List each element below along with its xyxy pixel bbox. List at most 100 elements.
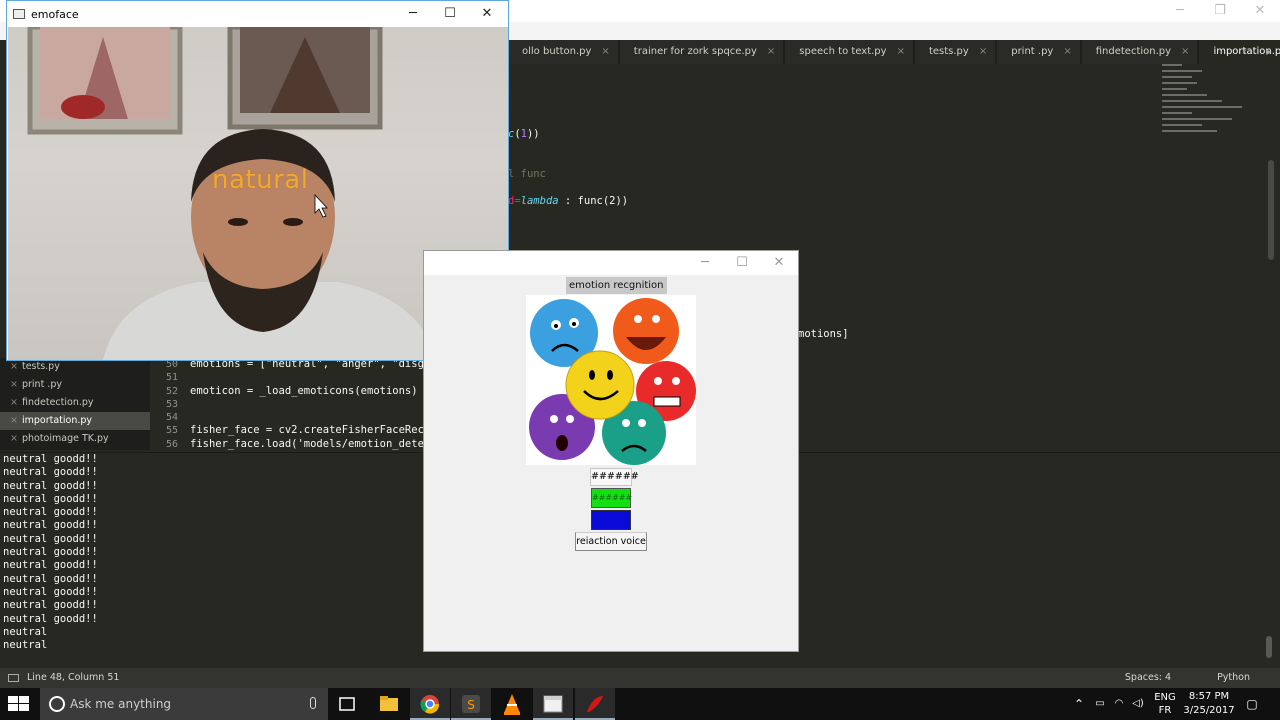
reaction-voice-button[interactable]: reiaction voice — [575, 532, 647, 551]
editor-tab[interactable]: speech to text.py × — [785, 40, 913, 64]
line-number: 56 — [165, 438, 178, 450]
syntax-selector[interactable]: Python — [1217, 668, 1250, 688]
tk-maximize-button[interactable]: ☐ — [723, 251, 761, 275]
tab-scroll-left-button[interactable]: ‹ — [1238, 40, 1252, 64]
hash-button[interactable]: ###### — [590, 468, 639, 486]
editor-scrollbar[interactable] — [1268, 160, 1274, 260]
status-bar: Line 48, Column 51 Spaces: 4 Python — [0, 668, 1280, 688]
happy-yellow-emoji — [565, 350, 635, 420]
editor-close-button[interactable]: ✕ — [1240, 0, 1280, 22]
line-number: 55 — [165, 425, 178, 437]
open-files-sidebar: × tests.py × print .py × findetection.py × impo… — [0, 358, 150, 450]
editor-minimize-button[interactable]: ─ — [1160, 0, 1200, 22]
code-fragment: c(1)) — [508, 128, 540, 140]
sublime-text-icon[interactable]: S — [451, 688, 491, 720]
cursor-position: Line 48, Column 51 — [27, 672, 120, 683]
emoface-close-button[interactable]: ✕ — [468, 1, 506, 27]
code-line: fisher_face = cv2.createFisherFaceRecog — [190, 424, 430, 437]
tab-close-icon[interactable]: × — [979, 40, 987, 64]
minimap[interactable] — [1162, 64, 1262, 174]
chrome-icon[interactable] — [410, 688, 450, 720]
file-close-icon[interactable]: × — [10, 376, 18, 394]
tab-close-icon[interactable]: × — [601, 40, 609, 64]
tk-title-bar[interactable]: ─ ☐ ✕ — [424, 251, 798, 275]
clock-date: 3/25/2017 — [1183, 705, 1235, 716]
blue-button[interactable] — [591, 510, 631, 530]
line-number: 53 — [165, 398, 178, 410]
clock[interactable]: 8:57 PM 3/25/2017 — [1183, 688, 1235, 720]
wifi-icon[interactable]: ◠ — [1111, 688, 1127, 720]
sidebar-open-file[interactable]: × importation.py — [0, 412, 150, 430]
language-bottom: FR — [1158, 705, 1172, 716]
file-close-icon[interactable]: × — [10, 412, 18, 430]
emotion-recognition-window: ─ ☐ ✕ emotion recgnition ###### ###### r… — [423, 250, 799, 652]
sidebar-file-label: print .py — [21, 379, 62, 390]
code-comment: l func — [508, 168, 546, 180]
emoface-title: emoface — [31, 7, 79, 21]
code-area[interactable]: emotions = ["neutral", "anger", "disgus e… — [190, 358, 430, 450]
sidebar-file-label: photoimage TK.py — [21, 433, 109, 444]
feather-app-icon[interactable] — [575, 688, 615, 720]
task-view-button[interactable] — [327, 688, 367, 720]
tab-label: speech to text.py — [799, 46, 887, 57]
emotion-recognition-label: emotion recgnition — [566, 277, 667, 294]
vlc-icon[interactable] — [492, 688, 532, 720]
emoface-minimize-button[interactable]: ─ — [394, 1, 432, 27]
tab-label: tests.py — [928, 46, 969, 57]
indentation-setting[interactable]: Spaces: 4 — [1125, 668, 1171, 688]
editor-tab[interactable]: findetection.py × — [1081, 40, 1198, 64]
editor-tab-bar: ollo button.py × trainer for zork spqce.py… — [508, 40, 1280, 64]
tab-label: print .py — [1011, 46, 1054, 57]
tab-label: ollo button.py — [522, 46, 592, 57]
tab-close-icon[interactable]: × — [1181, 40, 1189, 64]
editor-tab[interactable]: trainer for zork spqce.py × — [619, 40, 784, 64]
editor-restore-button[interactable]: ❐ — [1200, 0, 1240, 22]
file-close-icon[interactable]: × — [10, 430, 18, 448]
action-center-icon[interactable]: ▢ — [1242, 688, 1262, 720]
microphone-icon[interactable] — [310, 697, 316, 709]
sidebar-open-file[interactable]: × findetection.py — [0, 394, 150, 412]
clock-time: 8:57 PM — [1188, 691, 1230, 702]
language-indicator[interactable]: ENG FR — [1150, 688, 1180, 720]
panel-toggle-icon[interactable] — [8, 674, 19, 682]
file-explorer-icon[interactable] — [369, 688, 409, 720]
window-app-icon — [13, 9, 25, 19]
code-fragment: motions] — [798, 328, 849, 340]
console-scrollbar[interactable] — [1266, 636, 1272, 658]
editor-tab[interactable]: ollo button.py × — [508, 40, 618, 64]
tab-close-icon[interactable]: × — [897, 40, 905, 64]
tab-scroll-right-button[interactable]: ▸ — [1262, 40, 1276, 64]
emoticons-image — [526, 295, 696, 465]
editor-window-controls: ─ ❐ ✕ — [1160, 0, 1280, 22]
show-hidden-icons-button[interactable]: ⌃ — [1070, 688, 1088, 720]
detected-emotion-label: natural — [212, 165, 309, 195]
svg-text:S: S — [467, 698, 475, 712]
code-line: fisher_face.load('models/emotion_detect — [190, 437, 430, 450]
tab-close-icon[interactable]: × — [767, 40, 775, 64]
sidebar-open-file[interactable]: × print .py — [0, 376, 150, 394]
volume-icon[interactable]: ◁) — [1130, 688, 1146, 720]
editor-tab[interactable]: tests.py × — [914, 40, 996, 64]
code-fragment: d=lambda : func(2)) — [508, 195, 629, 207]
battery-icon[interactable]: ▭ — [1092, 688, 1108, 720]
emoface-maximize-button[interactable]: ☐ — [431, 1, 469, 27]
line-number: 52 — [165, 385, 178, 397]
windows-start-button[interactable] — [8, 696, 30, 712]
tab-close-icon[interactable]: × — [1063, 40, 1071, 64]
line-number: 51 — [165, 372, 178, 384]
happy-orange-emoji — [613, 298, 679, 364]
sidebar-open-file[interactable]: × photoimage TK.py — [0, 430, 150, 448]
search-box[interactable]: Ask me anything — [40, 688, 328, 720]
python-window-icon[interactable] — [533, 688, 573, 720]
editor-tab[interactable]: print .py × — [997, 40, 1080, 64]
sidebar-file-label: importation.py — [21, 415, 93, 426]
green-button[interactable]: ###### — [591, 488, 632, 508]
tk-close-button[interactable]: ✕ — [760, 251, 798, 275]
file-close-icon[interactable]: × — [10, 394, 18, 412]
tk-minimize-button[interactable]: ─ — [686, 251, 724, 275]
search-placeholder: Ask me anything — [70, 697, 172, 711]
line-number-gutter: 50 51 52 53 54 55 56 — [150, 358, 184, 450]
